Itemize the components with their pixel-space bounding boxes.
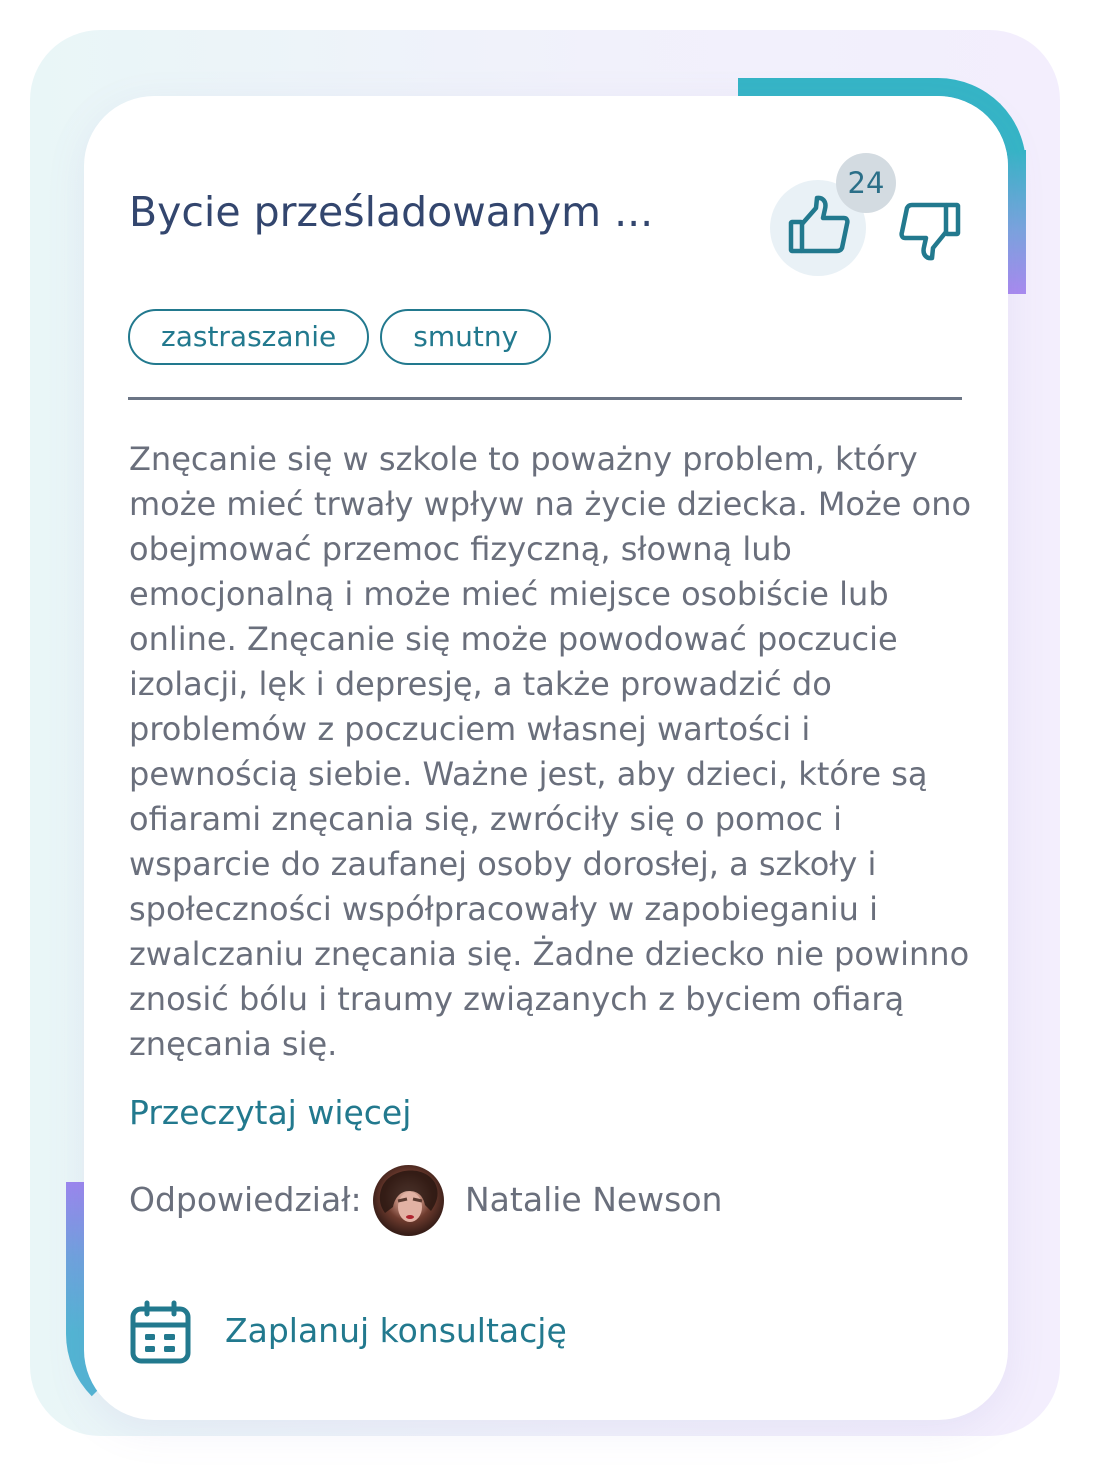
schedule-consultation-button[interactable]: Zaplanuj konsultację — [225, 1311, 567, 1350]
likes-count-badge: 24 — [836, 153, 896, 213]
tag-smutny[interactable]: smutny — [380, 309, 552, 365]
divider — [128, 397, 962, 400]
read-more-link[interactable]: Przeczytaj więcej — [129, 1093, 411, 1132]
author-name[interactable]: Natalie Newson — [465, 1180, 722, 1219]
thumbs-up-icon — [788, 195, 850, 254]
answer-body: Znęcanie się w szkole to poważny problem… — [129, 440, 972, 1063]
calendar-icon[interactable] — [130, 1300, 191, 1364]
card-title: Bycie prześladowanym ... — [129, 188, 654, 236]
thumbs-down-icon[interactable] — [897, 200, 963, 262]
answered-by-label: Odpowiedział: — [129, 1180, 362, 1219]
avatar-portrait — [379, 1170, 438, 1222]
accent-gradient-top — [1008, 150, 1026, 294]
tag-zastraszanie[interactable]: zastraszanie — [128, 309, 370, 365]
tag-list: zastraszanie smutny — [128, 309, 552, 365]
accent-gradient-bottom — [66, 1182, 84, 1332]
author-avatar[interactable] — [373, 1165, 444, 1236]
